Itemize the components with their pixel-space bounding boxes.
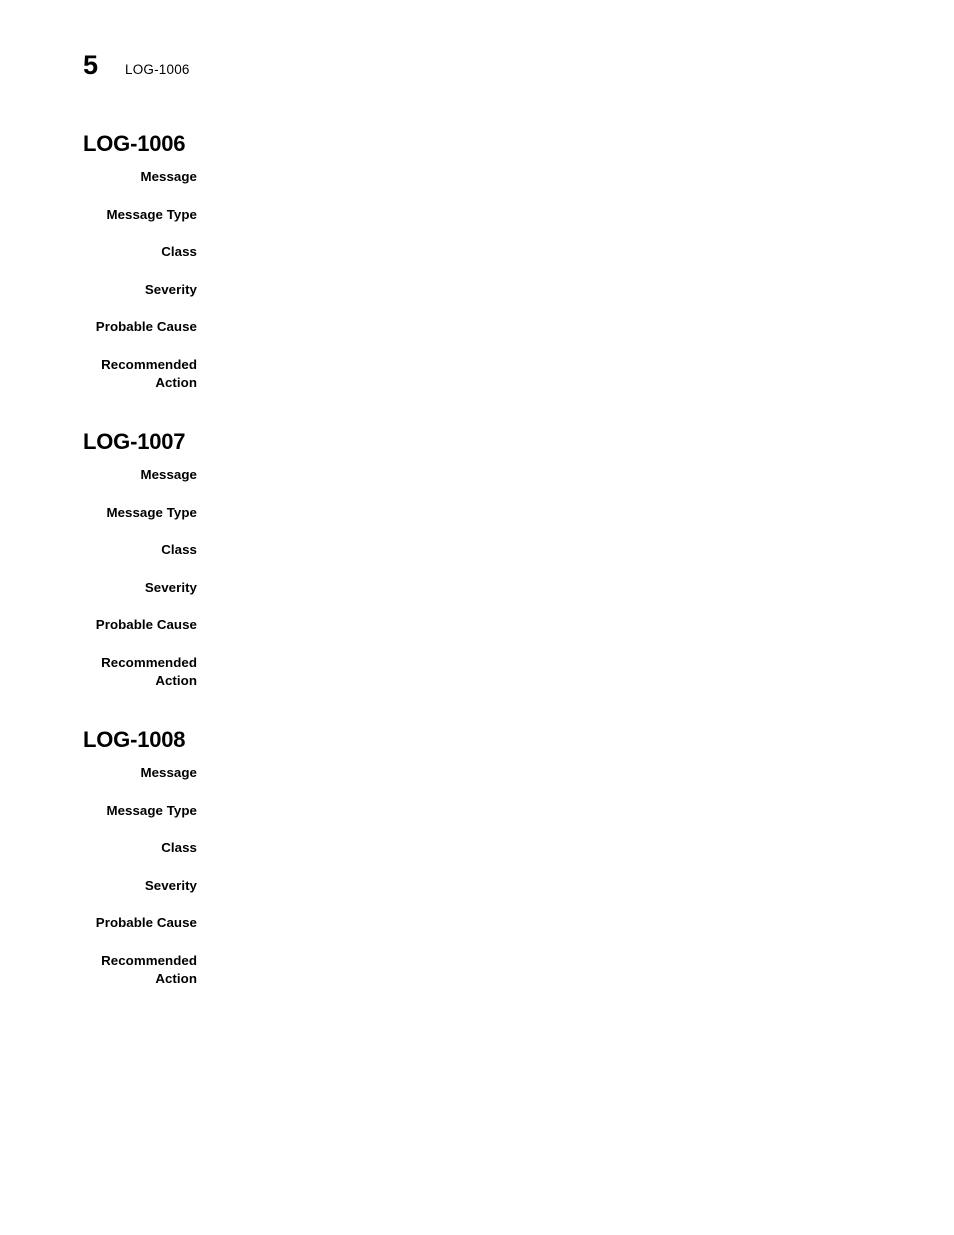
field-label: Class [161,542,197,557]
field-row: Probable Cause [0,318,954,356]
field-value [197,504,954,522]
field-row: Recommended Action [0,356,954,401]
section-heading: LOG-1007 [83,429,186,454]
field-label: Message Type [106,802,197,818]
field-list: Message Message Type Class Severity Probable… [0,764,954,997]
field-row: Message [0,764,954,802]
field-value [197,616,954,634]
section-heading: LOG-1008 [83,727,186,752]
field-value [197,764,954,782]
field-value [197,168,954,186]
field-row: Probable Cause [0,914,954,952]
field-label: Class [161,244,197,259]
page-number: 5 [83,50,98,80]
field-row: Message Type [0,206,954,244]
header-section-reference: LOG-1006 [125,62,190,77]
field-value [197,839,954,857]
field-label: Recommended Action [101,356,197,390]
field-label: Message [140,169,197,184]
field-label: Recommended Action [101,654,197,688]
field-list: Message Message Type Class Severity Probable… [0,168,954,401]
field-value [197,356,954,374]
field-label: Class [161,840,197,855]
field-value [197,654,954,672]
field-value [197,877,954,895]
field-label: Recommended Action [101,952,197,986]
field-label: Probable Cause [95,319,197,334]
field-label: Probable Cause [95,915,197,930]
field-label: Severity [144,877,197,893]
field-value [197,466,954,484]
running-header: 5 LOG-1006 [83,52,190,86]
field-label: Message Type [106,504,197,520]
field-row: Recommended Action [0,952,954,997]
section-heading: LOG-1006 [83,131,186,156]
field-value [197,243,954,261]
field-label: Message [140,467,197,482]
field-value [197,318,954,336]
field-value [197,802,954,820]
field-row: Class [0,243,954,281]
field-value [197,952,954,970]
field-row: Recommended Action [0,654,954,699]
field-label: Message [140,765,197,780]
field-row: Severity [0,281,954,319]
field-list: Message Message Type Class Severity Probable… [0,466,954,699]
document-page: 5 LOG-1006 LOG-1006 Message Message Type Cl… [0,0,954,1235]
field-row: Class [0,541,954,579]
field-row: Message [0,466,954,504]
field-label: Probable Cause [95,617,197,632]
field-row: Probable Cause [0,616,954,654]
field-row: Message [0,168,954,206]
field-row: Class [0,839,954,877]
field-value [197,541,954,559]
field-value [197,206,954,224]
field-value [197,579,954,597]
field-value [197,914,954,932]
field-row: Message Type [0,504,954,542]
field-value [197,281,954,299]
field-row: Message Type [0,802,954,840]
field-row: Severity [0,877,954,915]
field-row: Severity [0,579,954,617]
field-label: Message Type [106,206,197,222]
field-label: Severity [144,579,197,595]
field-label: Severity [144,281,197,297]
